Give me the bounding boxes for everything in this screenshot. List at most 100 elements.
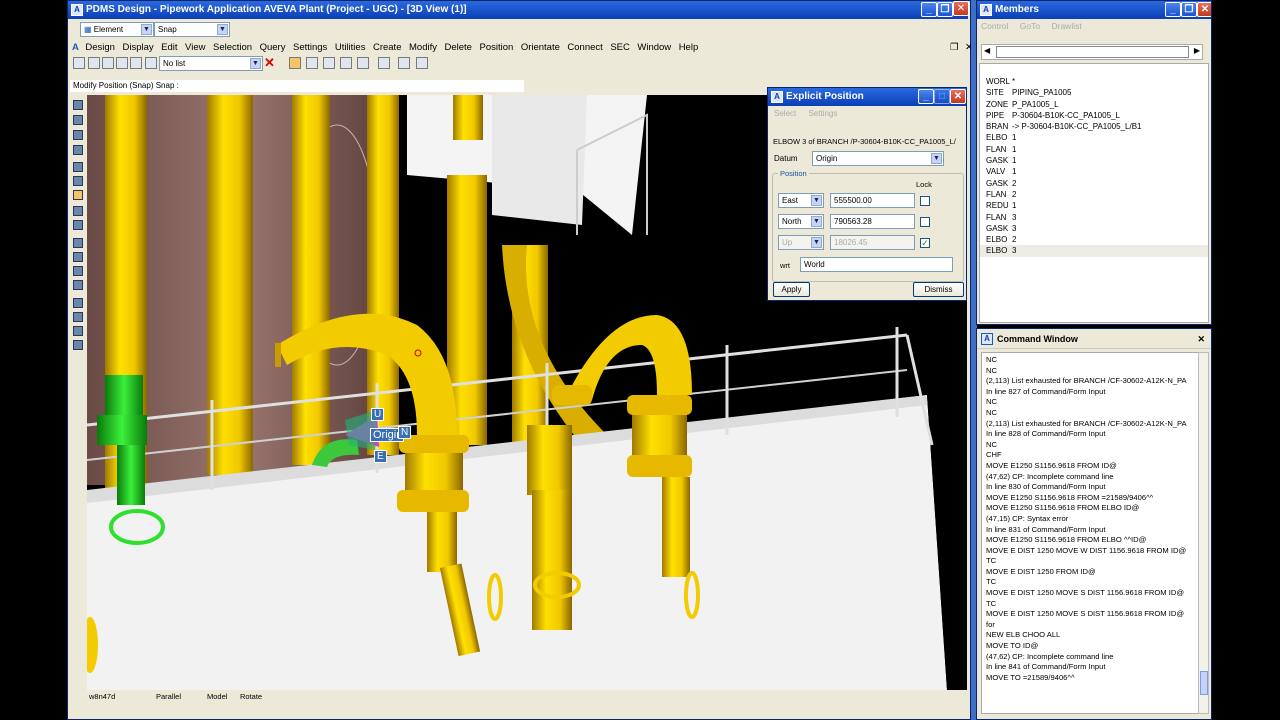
center-icon[interactable]	[73, 220, 83, 230]
close-icon[interactable]: ✕	[1197, 329, 1205, 349]
redo-icon[interactable]	[416, 57, 428, 69]
minimize-button[interactable]: _	[921, 2, 937, 17]
scroll-track[interactable]	[996, 46, 1189, 58]
gizmo-north-label[interactable]: N	[398, 426, 412, 439]
menu-connect[interactable]: Connect	[567, 41, 602, 54]
save-icon[interactable]	[88, 57, 100, 69]
look-icon[interactable]	[73, 238, 83, 248]
scroll-left-icon[interactable]: ◀	[984, 46, 990, 55]
member-item[interactable]: FLAN 3	[980, 212, 1208, 223]
up-value-input[interactable]: 18026.45	[830, 235, 915, 250]
orbit-icon[interactable]	[73, 145, 83, 155]
menu-delete[interactable]: Delete	[445, 41, 472, 54]
snap-combo[interactable]: Snap ▼	[154, 22, 230, 37]
pick-cursor-icon[interactable]	[289, 57, 301, 69]
mdi-restore-icon[interactable]: ❐	[950, 41, 959, 54]
limits-icon[interactable]	[73, 206, 83, 216]
app-icon[interactable]	[73, 57, 85, 69]
save-as-icon[interactable]	[102, 57, 114, 69]
zoom-in-icon[interactable]	[73, 162, 83, 172]
menu-utilities[interactable]: Utilities	[335, 41, 366, 54]
grid-icon[interactable]	[145, 57, 157, 69]
member-item[interactable]: GASK 1	[980, 155, 1208, 166]
menu-settings[interactable]: Settings	[293, 41, 327, 54]
member-item[interactable]: ELBO 1	[980, 132, 1208, 143]
menu-create[interactable]: Create	[373, 41, 402, 54]
save-view-icon[interactable]	[73, 298, 83, 308]
menu-modify[interactable]: Modify	[409, 41, 437, 54]
main-close-button[interactable]: ✕	[953, 1, 969, 16]
member-item[interactable]: SITE PIPING_PA1005	[980, 87, 1208, 98]
datum-select[interactable]: Origin ▼	[812, 151, 944, 166]
menu-settings[interactable]: Settings	[808, 109, 837, 118]
members-scroll-bar[interactable]: ◀ ▶	[981, 44, 1203, 60]
direction-select-east[interactable]: East ▼	[778, 193, 824, 208]
model-icon[interactable]	[73, 190, 83, 200]
lock-north-checkbox[interactable]	[920, 217, 930, 227]
menu-drawlist[interactable]: Drawlist	[1051, 21, 1081, 31]
maximize-button[interactable]: □	[934, 89, 950, 104]
delete-list-icon[interactable]: ✕	[264, 55, 275, 71]
walk-icon[interactable]	[340, 57, 352, 69]
save-work-icon[interactable]	[116, 57, 128, 69]
member-item[interactable]: ELBO 3	[980, 245, 1208, 257]
member-item[interactable]: GASK 3	[980, 223, 1208, 234]
menu-query[interactable]: Query	[260, 41, 286, 54]
zoom-out-icon[interactable]	[73, 176, 83, 186]
menu-select[interactable]: Select	[774, 109, 796, 118]
menu-edit[interactable]: Edit	[161, 41, 177, 54]
menu-help[interactable]: Help	[679, 41, 699, 54]
minimize-button[interactable]: _	[1165, 2, 1181, 17]
restore-button[interactable]: ❐	[937, 2, 953, 17]
direction-select-north[interactable]: North ▼	[778, 214, 824, 229]
capture-icon[interactable]	[73, 280, 83, 290]
walk-tool-icon[interactable]	[73, 130, 83, 140]
clip-icon[interactable]	[73, 252, 83, 262]
member-item[interactable]: ELBO 2	[980, 234, 1208, 245]
fly-icon[interactable]	[357, 57, 369, 69]
scroll-thumb[interactable]	[1200, 671, 1208, 695]
menu-display[interactable]: Display	[122, 41, 153, 54]
command-scrollbar[interactable]	[1198, 352, 1209, 714]
pan-icon[interactable]	[73, 115, 83, 125]
list-combo[interactable]: No list ▼	[159, 56, 263, 71]
member-item[interactable]: PIPE P-30604-B10K-CC_PA1005_L	[980, 110, 1208, 121]
gizmo-east-label[interactable]: E	[374, 450, 387, 463]
zoom-icon[interactable]	[73, 100, 83, 110]
apply-button[interactable]: Apply	[773, 282, 810, 297]
restore-view-icon[interactable]	[73, 312, 83, 322]
member-item[interactable]: GASK 2	[980, 178, 1208, 189]
member-item[interactable]: FLAN 1	[980, 144, 1208, 155]
menu-position[interactable]: Position	[479, 41, 513, 54]
north-value-input[interactable]: 790563.28	[830, 214, 915, 229]
element-combo[interactable]: ▦ Element ▼	[80, 22, 154, 37]
menu-goto[interactable]: GoTo	[1020, 21, 1040, 31]
member-item[interactable]: WORL *	[980, 76, 1208, 87]
scroll-right-icon[interactable]: ▶	[1194, 46, 1200, 55]
menu-window[interactable]: Window	[637, 41, 671, 54]
member-item[interactable]: REDU 1	[980, 200, 1208, 211]
menu-orientate[interactable]: Orientate	[521, 41, 560, 54]
direction-select-up[interactable]: Up ▼	[778, 235, 824, 250]
rotate-icon[interactable]	[306, 57, 318, 69]
east-value-input[interactable]: 555500.00	[830, 193, 915, 208]
menu-selection[interactable]: Selection	[213, 41, 252, 54]
lock-up-checkbox[interactable]: ✓	[920, 238, 930, 248]
cross-icon[interactable]	[378, 57, 390, 69]
gizmo-up-label[interactable]: U	[371, 408, 385, 421]
close-button[interactable]: ✕	[950, 89, 966, 104]
menu-sec[interactable]: SEC	[610, 41, 630, 54]
walkthrough-icon[interactable]	[73, 326, 83, 336]
view-options-icon[interactable]	[73, 340, 83, 350]
member-item[interactable]: FLAN 2	[980, 189, 1208, 200]
menu-control[interactable]: Control	[981, 21, 1008, 31]
close-button[interactable]: ✕	[1197, 2, 1211, 17]
dismiss-button[interactable]: Dismiss	[913, 282, 964, 297]
play-icon[interactable]	[323, 57, 335, 69]
minimize-button[interactable]: _	[918, 89, 934, 104]
get-work-icon[interactable]	[130, 57, 142, 69]
member-item[interactable]: BRAN -> P-30604-B10K-CC_PA1005_L/B1	[980, 121, 1208, 132]
member-item[interactable]: VALV 1	[980, 166, 1208, 177]
member-item[interactable]: ZONE P_PA1005_L	[980, 99, 1208, 110]
undo-icon[interactable]	[398, 57, 410, 69]
